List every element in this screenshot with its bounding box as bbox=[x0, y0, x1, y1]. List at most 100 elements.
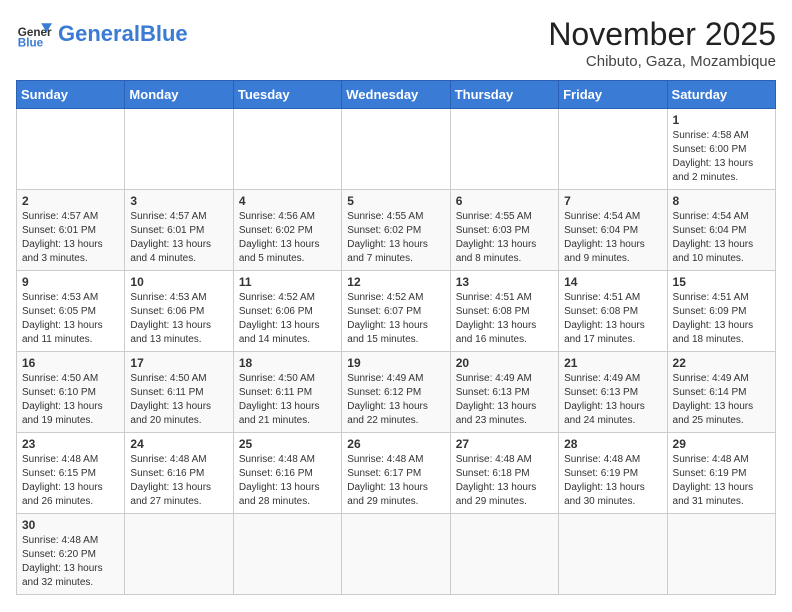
calendar-cell bbox=[125, 109, 233, 190]
calendar-cell bbox=[233, 514, 341, 595]
month-title: November 2025 bbox=[548, 16, 776, 53]
calendar-cell: 1 Sunrise: 4:58 AMSunset: 6:00 PMDaylight… bbox=[667, 109, 775, 190]
day-number: 21 bbox=[564, 356, 661, 370]
calendar-week-3: 9Sunrise: 4:53 AMSunset: 6:05 PMDaylight… bbox=[17, 271, 776, 352]
day-number: 8 bbox=[673, 194, 770, 208]
weekday-header-tuesday: Tuesday bbox=[233, 81, 341, 109]
calendar-cell bbox=[342, 514, 450, 595]
day-info: Sunrise: 4:48 AMSunset: 6:15 PMDaylight:… bbox=[22, 453, 119, 509]
weekday-header-saturday: Saturday bbox=[667, 81, 775, 109]
weekday-header-monday: Monday bbox=[125, 81, 233, 109]
calendar-cell: 25 Sunrise: 4:48 AMSunset: 6:16 PMDayligh… bbox=[233, 433, 341, 514]
calendar-cell: 15Sunrise: 4:51 AMSunset: 6:09 PMDayligh… bbox=[667, 271, 775, 352]
day-number: 18 bbox=[239, 356, 336, 370]
day-info: Sunrise: 4:49 AMSunset: 6:13 PMDaylight:… bbox=[456, 372, 553, 428]
day-info: Sunrise: 4:52 AMSunset: 6:06 PMDaylight:… bbox=[239, 291, 336, 347]
title-block: November 2025 Chibuto, Gaza, Mozambique bbox=[548, 16, 776, 70]
day-info: Sunrise: 4:53 AMSunset: 6:05 PMDaylight:… bbox=[22, 291, 119, 347]
day-info: Sunrise: 4:49 AMSunset: 6:14 PMDaylight:… bbox=[673, 372, 770, 428]
weekday-header-row: SundayMondayTuesdayWednesdayThursdayFrid… bbox=[17, 81, 776, 109]
calendar-cell: 12 Sunrise: 4:52 AMSunset: 6:07 PMDayligh… bbox=[342, 271, 450, 352]
day-number: 1 bbox=[673, 113, 770, 127]
calendar-cell: 24 Sunrise: 4:48 AMSunset: 6:16 PMDayligh… bbox=[125, 433, 233, 514]
day-number: 14 bbox=[564, 275, 661, 289]
calendar-cell bbox=[342, 109, 450, 190]
day-number: 15 bbox=[673, 275, 770, 289]
calendar-cell: 8 Sunrise: 4:54 AMSunset: 6:04 PMDaylight… bbox=[667, 190, 775, 271]
weekday-header-friday: Friday bbox=[559, 81, 667, 109]
calendar-table: SundayMondayTuesdayWednesdayThursdayFrid… bbox=[16, 80, 776, 595]
day-number: 13 bbox=[456, 275, 553, 289]
calendar-cell: 9Sunrise: 4:53 AMSunset: 6:05 PMDaylight… bbox=[17, 271, 125, 352]
day-number: 22 bbox=[673, 356, 770, 370]
calendar-cell: 29 Sunrise: 4:48 AMSunset: 6:19 PMDayligh… bbox=[667, 433, 775, 514]
calendar-cell: 17Sunrise: 4:50 AMSunset: 6:11 PMDayligh… bbox=[125, 352, 233, 433]
day-number: 6 bbox=[456, 194, 553, 208]
calendar-cell: 16Sunrise: 4:50 AMSunset: 6:10 PMDayligh… bbox=[17, 352, 125, 433]
day-info: Sunrise: 4:49 AMSunset: 6:13 PMDaylight:… bbox=[564, 372, 661, 428]
calendar-cell: 7 Sunrise: 4:54 AMSunset: 6:04 PMDaylight… bbox=[559, 190, 667, 271]
day-number: 29 bbox=[673, 437, 770, 451]
calendar-cell: 6 Sunrise: 4:55 AMSunset: 6:03 PMDaylight… bbox=[450, 190, 558, 271]
calendar-week-4: 16Sunrise: 4:50 AMSunset: 6:10 PMDayligh… bbox=[17, 352, 776, 433]
day-number: 20 bbox=[456, 356, 553, 370]
calendar-cell: 2 Sunrise: 4:57 AMSunset: 6:01 PMDaylight… bbox=[17, 190, 125, 271]
day-number: 16 bbox=[22, 356, 119, 370]
calendar-cell: 18 Sunrise: 4:50 AMSunset: 6:11 PMDayligh… bbox=[233, 352, 341, 433]
calendar-cell bbox=[559, 514, 667, 595]
weekday-header-wednesday: Wednesday bbox=[342, 81, 450, 109]
day-info: Sunrise: 4:53 AMSunset: 6:06 PMDaylight:… bbox=[130, 291, 227, 347]
day-number: 24 bbox=[130, 437, 227, 451]
day-info: Sunrise: 4:52 AMSunset: 6:07 PMDaylight:… bbox=[347, 291, 444, 347]
calendar-cell: 5Sunrise: 4:55 AMSunset: 6:02 PMDaylight… bbox=[342, 190, 450, 271]
page-header: General Blue GeneralBlue November 2025 C… bbox=[16, 16, 776, 70]
day-number: 2 bbox=[22, 194, 119, 208]
day-info: Sunrise: 4:51 AMSunset: 6:08 PMDaylight:… bbox=[456, 291, 553, 347]
weekday-header-sunday: Sunday bbox=[17, 81, 125, 109]
day-info: Sunrise: 4:57 AMSunset: 6:01 PMDaylight:… bbox=[22, 210, 119, 266]
calendar-cell: 11Sunrise: 4:52 AMSunset: 6:06 PMDayligh… bbox=[233, 271, 341, 352]
calendar-cell bbox=[559, 109, 667, 190]
calendar-cell: 22 Sunrise: 4:49 AMSunset: 6:14 PMDayligh… bbox=[667, 352, 775, 433]
day-info: Sunrise: 4:48 AMSunset: 6:19 PMDaylight:… bbox=[673, 453, 770, 509]
calendar-cell bbox=[667, 514, 775, 595]
day-info: Sunrise: 4:48 AMSunset: 6:16 PMDaylight:… bbox=[130, 453, 227, 509]
day-info: Sunrise: 4:48 AMSunset: 6:20 PMDaylight:… bbox=[22, 534, 119, 590]
location-subtitle: Chibuto, Gaza, Mozambique bbox=[548, 53, 776, 70]
calendar-cell: 20 Sunrise: 4:49 AMSunset: 6:13 PMDayligh… bbox=[450, 352, 558, 433]
day-info: Sunrise: 4:48 AMSunset: 6:18 PMDaylight:… bbox=[456, 453, 553, 509]
calendar-cell: 19 Sunrise: 4:49 AMSunset: 6:12 PMDayligh… bbox=[342, 352, 450, 433]
calendar-cell: 27 Sunrise: 4:48 AMSunset: 6:18 PMDayligh… bbox=[450, 433, 558, 514]
day-info: Sunrise: 4:55 AMSunset: 6:02 PMDaylight:… bbox=[347, 210, 444, 266]
day-number: 25 bbox=[239, 437, 336, 451]
day-number: 27 bbox=[456, 437, 553, 451]
day-info: Sunrise: 4:49 AMSunset: 6:12 PMDaylight:… bbox=[347, 372, 444, 428]
day-number: 12 bbox=[347, 275, 444, 289]
calendar-cell: 30 Sunrise: 4:48 AMSunset: 6:20 PMDayligh… bbox=[17, 514, 125, 595]
day-info: Sunrise: 4:56 AMSunset: 6:02 PMDaylight:… bbox=[239, 210, 336, 266]
day-number: 3 bbox=[130, 194, 227, 208]
day-info: Sunrise: 4:50 AMSunset: 6:11 PMDaylight:… bbox=[239, 372, 336, 428]
calendar-cell: 28Sunrise: 4:48 AMSunset: 6:19 PMDayligh… bbox=[559, 433, 667, 514]
day-number: 30 bbox=[22, 518, 119, 532]
calendar-cell bbox=[125, 514, 233, 595]
day-number: 23 bbox=[22, 437, 119, 451]
day-info: Sunrise: 4:54 AMSunset: 6:04 PMDaylight:… bbox=[564, 210, 661, 266]
calendar-cell: 3 Sunrise: 4:57 AMSunset: 6:01 PMDaylight… bbox=[125, 190, 233, 271]
day-info: Sunrise: 4:54 AMSunset: 6:04 PMDaylight:… bbox=[673, 210, 770, 266]
logo-general: General bbox=[58, 21, 140, 46]
logo-text: GeneralBlue bbox=[58, 23, 188, 45]
calendar-cell: 26 Sunrise: 4:48 AMSunset: 6:17 PMDayligh… bbox=[342, 433, 450, 514]
day-info: Sunrise: 4:58 AMSunset: 6:00 PMDaylight:… bbox=[673, 129, 770, 185]
day-info: Sunrise: 4:48 AMSunset: 6:17 PMDaylight:… bbox=[347, 453, 444, 509]
day-number: 7 bbox=[564, 194, 661, 208]
day-number: 19 bbox=[347, 356, 444, 370]
day-info: Sunrise: 4:55 AMSunset: 6:03 PMDaylight:… bbox=[456, 210, 553, 266]
day-info: Sunrise: 4:57 AMSunset: 6:01 PMDaylight:… bbox=[130, 210, 227, 266]
day-number: 26 bbox=[347, 437, 444, 451]
calendar-week-1: 1 Sunrise: 4:58 AMSunset: 6:00 PMDaylight… bbox=[17, 109, 776, 190]
day-info: Sunrise: 4:48 AMSunset: 6:16 PMDaylight:… bbox=[239, 453, 336, 509]
calendar-week-5: 23 Sunrise: 4:48 AMSunset: 6:15 PMDayligh… bbox=[17, 433, 776, 514]
day-info: Sunrise: 4:48 AMSunset: 6:19 PMDaylight:… bbox=[564, 453, 661, 509]
weekday-header-thursday: Thursday bbox=[450, 81, 558, 109]
